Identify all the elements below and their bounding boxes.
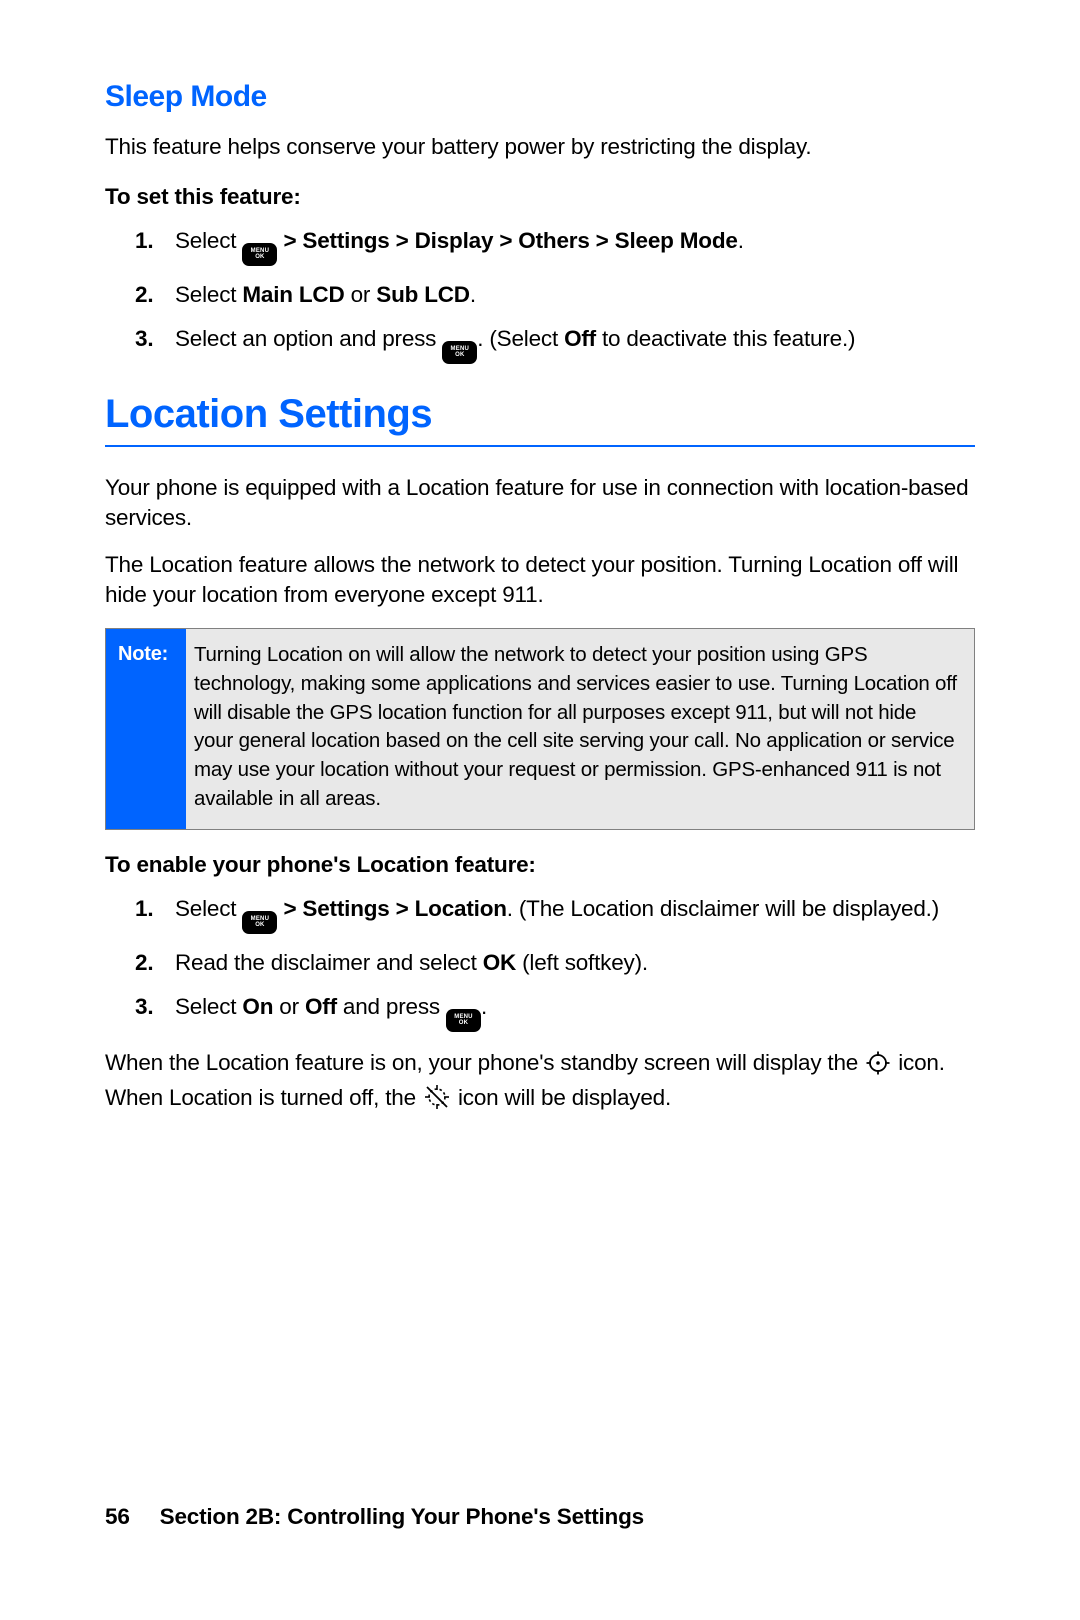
- note-box: Note: Turning Location on will allow the…: [105, 628, 975, 830]
- step-bold: Off: [305, 994, 337, 1019]
- step-text: . (Select: [477, 326, 564, 351]
- step-bold: Sub LCD: [376, 282, 470, 307]
- step-number: 2.: [135, 280, 153, 310]
- step-text: .: [470, 282, 476, 307]
- sleep-step-3: 3. Select an option and press MENUOK. (S…: [105, 324, 975, 364]
- step-text: (left softkey).: [516, 950, 648, 975]
- location-on-icon: [866, 1051, 890, 1083]
- sleep-intro: This feature helps conserve your battery…: [105, 132, 975, 162]
- location-trailer: When the Location feature is on, your ph…: [105, 1048, 975, 1119]
- note-label: Note:: [106, 629, 186, 829]
- note-text: Turning Location on will allow the netwo…: [186, 629, 974, 829]
- step-text: Select: [175, 228, 242, 253]
- step-text: .: [481, 994, 487, 1019]
- trailer-text: When the Location feature is on, your ph…: [105, 1050, 864, 1075]
- step-number: 3.: [135, 992, 153, 1022]
- heading-sleep-mode: Sleep Mode: [105, 80, 975, 114]
- heading-location-settings: Location Settings: [105, 392, 975, 447]
- menu-ok-key-icon: MENUOK: [442, 341, 477, 364]
- step-text: Select an option and press: [175, 326, 442, 351]
- step-number: 1.: [135, 226, 153, 256]
- step-bold: OK: [483, 950, 516, 975]
- menu-ok-key-icon: MENUOK: [446, 1009, 481, 1032]
- step-bold: Main LCD: [242, 282, 344, 307]
- location-p1: Your phone is equipped with a Location f…: [105, 473, 975, 534]
- step-path: > Settings > Display > Others > Sleep Mo…: [277, 228, 737, 253]
- step-text: . (The Location disclaimer will be displ…: [507, 896, 939, 921]
- section-label: Section 2B: Controlling Your Phone's Set…: [160, 1504, 644, 1529]
- sleep-step-1: 1. Select MENUOK > Settings > Display > …: [105, 226, 975, 266]
- trailer-text: icon will be displayed.: [458, 1085, 671, 1110]
- menu-ok-key-icon: MENUOK: [242, 911, 277, 934]
- step-bold: Off: [564, 326, 596, 351]
- location-steps: 1. Select MENUOK > Settings > Location. …: [105, 894, 975, 1031]
- step-text: Select: [175, 896, 242, 921]
- sleep-step-2: 2. Select Main LCD or Sub LCD.: [105, 280, 975, 310]
- location-p2: The Location feature allows the network …: [105, 550, 975, 611]
- location-off-icon: [424, 1084, 450, 1118]
- step-text: or: [273, 994, 305, 1019]
- step-text: .: [738, 228, 744, 253]
- location-step-1: 1. Select MENUOK > Settings > Location. …: [105, 894, 975, 934]
- step-bold: On: [242, 994, 273, 1019]
- step-text: or: [345, 282, 377, 307]
- step-text: Read the disclaimer and select: [175, 950, 483, 975]
- step-text: and press: [337, 994, 446, 1019]
- step-text: to deactivate this feature.): [596, 326, 855, 351]
- location-subheading: To enable your phone's Location feature:: [105, 852, 975, 878]
- step-number: 3.: [135, 324, 153, 354]
- manual-page: Sleep Mode This feature helps conserve y…: [0, 0, 1080, 1119]
- sleep-steps: 1. Select MENUOK > Settings > Display > …: [105, 226, 975, 363]
- page-number: 56: [105, 1504, 130, 1529]
- step-path: > Settings > Location: [277, 896, 506, 921]
- step-number: 2.: [135, 948, 153, 978]
- location-step-3: 3. Select On or Off and press MENUOK.: [105, 992, 975, 1032]
- sleep-subheading: To set this feature:: [105, 184, 975, 210]
- location-step-2: 2. Read the disclaimer and select OK (le…: [105, 948, 975, 978]
- step-text: Select: [175, 994, 242, 1019]
- step-number: 1.: [135, 894, 153, 924]
- page-footer: 56 Section 2B: Controlling Your Phone's S…: [105, 1504, 644, 1530]
- menu-ok-key-icon: MENUOK: [242, 243, 277, 266]
- step-text: Select: [175, 282, 242, 307]
